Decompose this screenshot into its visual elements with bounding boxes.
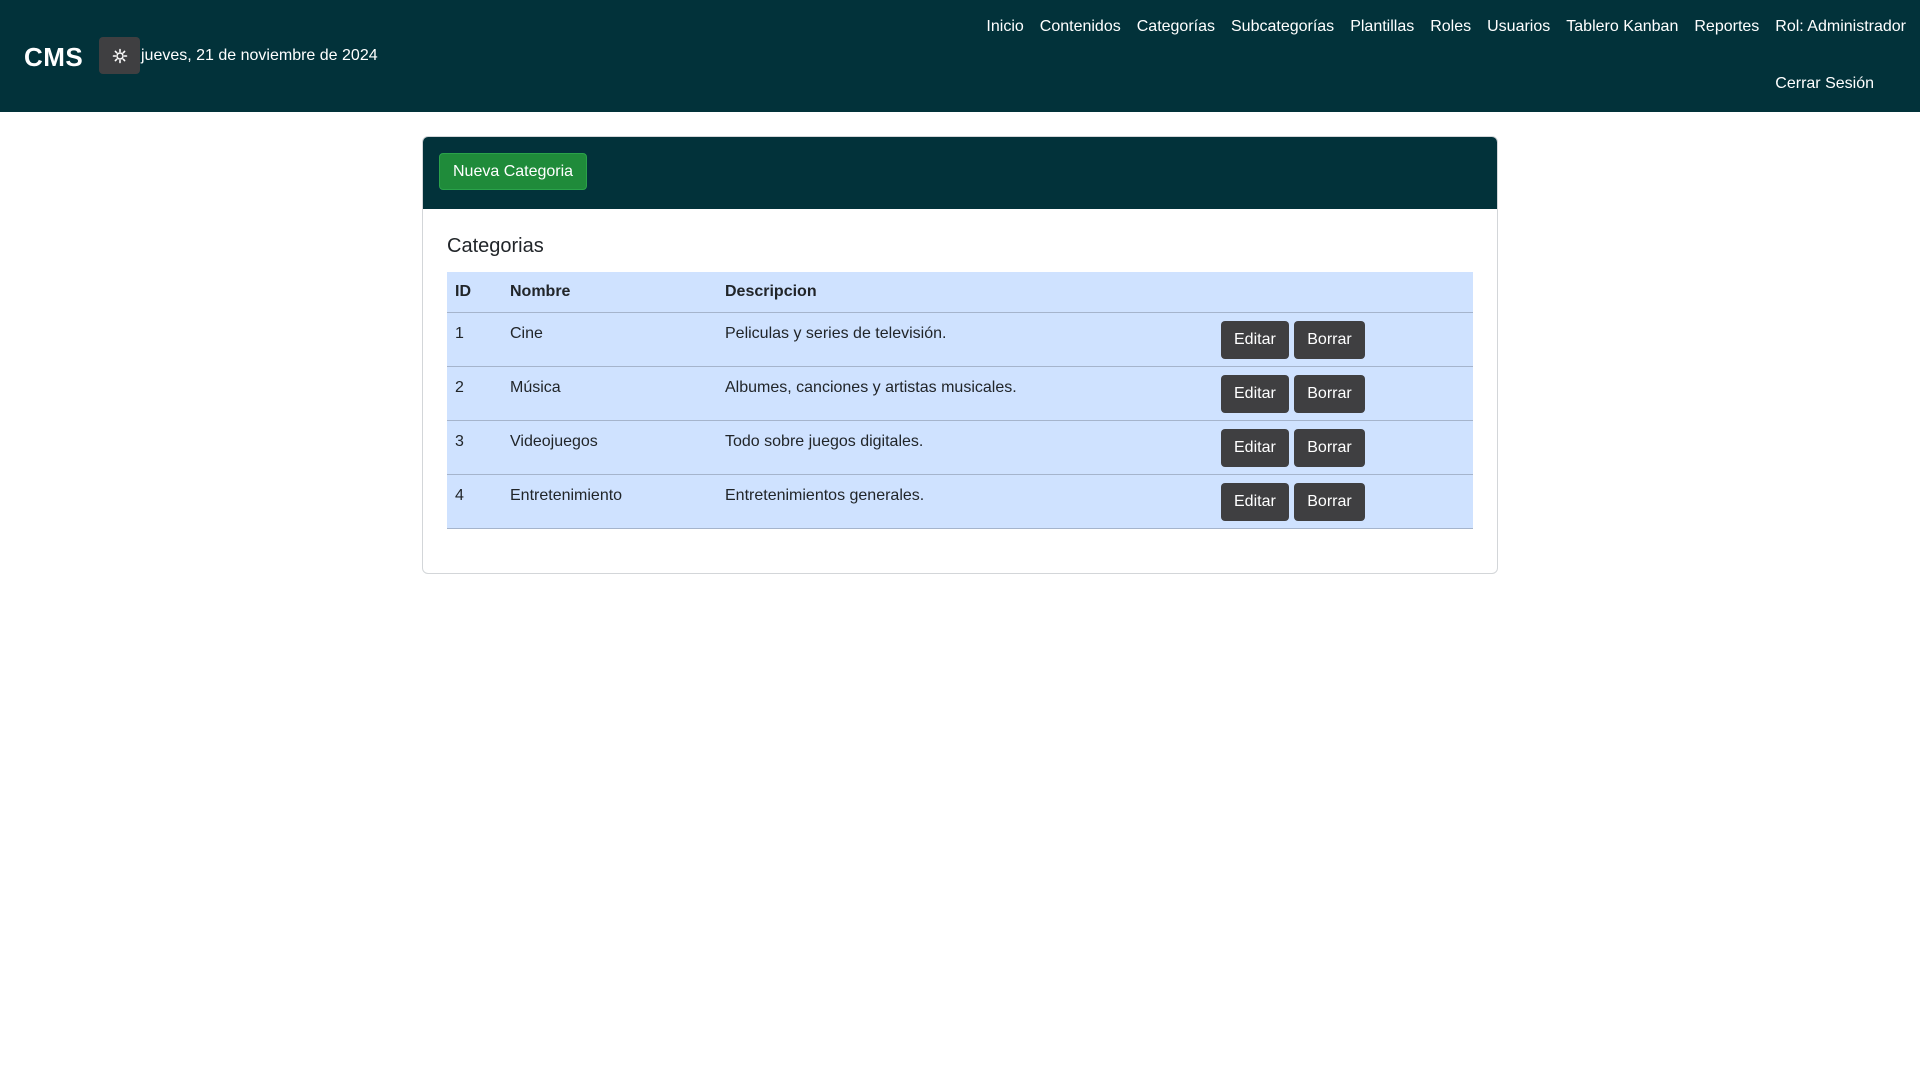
delete-button[interactable]: Borrar bbox=[1294, 375, 1365, 413]
theme-toggle-button[interactable] bbox=[99, 37, 140, 74]
cell-actions: Editar Borrar bbox=[1213, 474, 1473, 529]
cell-name: Entretenimiento bbox=[502, 474, 717, 529]
column-header-id: ID bbox=[447, 272, 502, 313]
edit-button[interactable]: Editar bbox=[1221, 483, 1289, 521]
card-title: Categorias bbox=[447, 235, 544, 257]
card-header: Nueva Categoria bbox=[423, 137, 1497, 209]
cell-description: Albumes, canciones y artistas musicales. bbox=[717, 366, 1213, 421]
brand-logo[interactable]: CMS bbox=[24, 42, 83, 73]
cell-name: Música bbox=[502, 366, 717, 421]
categories-card: Nueva Categoria Categorias ID Nombre Des… bbox=[422, 136, 1498, 574]
cell-description: Entretenimientos generales. bbox=[717, 474, 1213, 529]
table-row: 2 Música Albumes, canciones y artistas m… bbox=[447, 366, 1473, 421]
edit-button[interactable]: Editar bbox=[1221, 375, 1289, 413]
table-header-row: ID Nombre Descripcion bbox=[447, 272, 1473, 313]
nav-link-reportes[interactable]: Reportes bbox=[1686, 18, 1767, 36]
nav-link-rol[interactable]: Rol: Administrador bbox=[1767, 18, 1914, 36]
current-date: jueves, 21 de noviembre de 2024 bbox=[141, 47, 378, 64]
delete-button[interactable]: Borrar bbox=[1294, 321, 1365, 359]
edit-button[interactable]: Editar bbox=[1221, 429, 1289, 467]
cell-name: Videojuegos bbox=[502, 420, 717, 475]
cell-name: Cine bbox=[502, 312, 717, 367]
cell-id: 2 bbox=[447, 366, 502, 421]
nav-link-contenidos[interactable]: Contenidos bbox=[1032, 18, 1129, 36]
delete-button[interactable]: Borrar bbox=[1294, 483, 1365, 521]
nav-link-usuarios[interactable]: Usuarios bbox=[1479, 18, 1558, 36]
nav-link-roles[interactable]: Roles bbox=[1422, 18, 1479, 36]
column-header-nombre: Nombre bbox=[502, 272, 717, 313]
cell-description: Todo sobre juegos digitales. bbox=[717, 420, 1213, 475]
column-header-actions bbox=[1213, 272, 1473, 313]
cell-id: 4 bbox=[447, 474, 502, 529]
nav-link-categorias[interactable]: Categorías bbox=[1129, 18, 1223, 36]
edit-button[interactable]: Editar bbox=[1221, 321, 1289, 359]
table-row: 3 Videojuegos Todo sobre juegos digitale… bbox=[447, 420, 1473, 475]
cell-actions: Editar Borrar bbox=[1213, 312, 1473, 367]
categories-table: ID Nombre Descripcion 1 Cine Peliculas y… bbox=[447, 272, 1473, 529]
cell-actions: Editar Borrar bbox=[1213, 420, 1473, 475]
new-category-button[interactable]: Nueva Categoria bbox=[439, 153, 588, 190]
table-row: 4 Entretenimiento Entretenimientos gener… bbox=[447, 474, 1473, 529]
delete-button[interactable]: Borrar bbox=[1294, 429, 1365, 467]
cell-description: Peliculas y series de televisión. bbox=[717, 312, 1213, 367]
logout-link[interactable]: Cerrar Sesión bbox=[1775, 75, 1874, 93]
nav-link-plantillas[interactable]: Plantillas bbox=[1342, 18, 1422, 36]
table-row: 1 Cine Peliculas y series de televisión.… bbox=[447, 312, 1473, 367]
nav-link-tablero-kanban[interactable]: Tablero Kanban bbox=[1558, 18, 1686, 36]
cell-id: 3 bbox=[447, 420, 502, 475]
column-header-descripcion: Descripcion bbox=[717, 272, 1213, 313]
cell-id: 1 bbox=[447, 312, 502, 367]
nav-links: Inicio Contenidos Categorías Subcategorí… bbox=[978, 18, 1914, 36]
nav-link-subcategorias[interactable]: Subcategorías bbox=[1223, 18, 1342, 36]
nav-link-inicio[interactable]: Inicio bbox=[978, 18, 1031, 36]
gear-icon bbox=[112, 48, 127, 63]
top-navbar: CMS jueves, 21 de noviembre de 2024 Inic… bbox=[0, 0, 1920, 112]
cell-actions: Editar Borrar bbox=[1213, 366, 1473, 421]
